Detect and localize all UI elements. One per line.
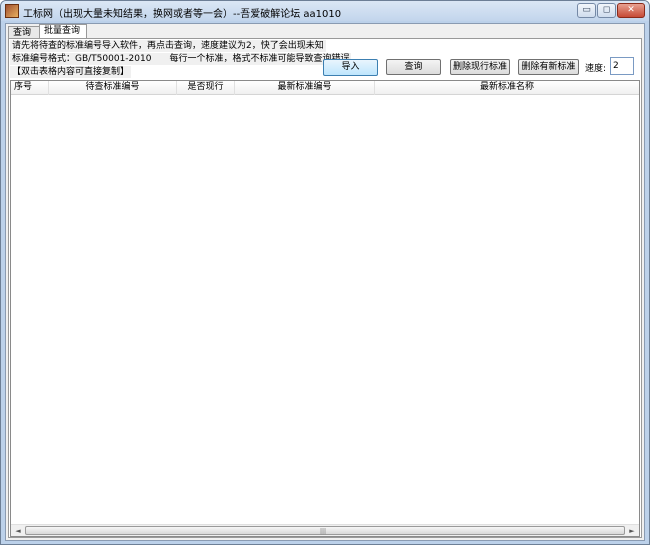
maximize-button[interactable]: ◻: [597, 3, 616, 18]
delete-newer-standards-button[interactable]: 删除有新标准: [518, 59, 579, 75]
scrollbar-thumb[interactable]: |||: [25, 526, 625, 535]
copy-hint-text: 【双击表格内容可直接复制】: [10, 66, 132, 78]
column-header-latest-code[interactable]: 最新标准编号: [235, 81, 375, 95]
window-title: 工标网（出现大量未知结果，换网或者等一会）--吾爱破解论坛 aa1010: [23, 9, 342, 20]
delete-current-standards-button[interactable]: 删除现行标准: [450, 59, 510, 75]
horizontal-scrollbar[interactable]: ◄ ||| ►: [11, 524, 639, 536]
column-header-index[interactable]: 序号: [11, 81, 49, 95]
title-bar[interactable]: 工标网（出现大量未知结果，换网或者等一会）--吾爱破解论坛 aa1010 ▭ ◻…: [1, 1, 649, 21]
format-hint-text: 标准编号格式：GB/T50001-2010 每行一个标准，格式不标准可能导致查询…: [10, 53, 352, 65]
batch-query-panel: 请先将待查的标准编号导入软件，再点击查询，速度建议为2，快了会出现未知 标准编号…: [8, 38, 642, 538]
column-header-is-current[interactable]: 是否现行: [177, 81, 235, 95]
main-window: 工标网（出现大量未知结果，换网或者等一会）--吾爱破解论坛 aa1010 ▭ ◻…: [0, 0, 650, 545]
speed-label: 速度:: [585, 64, 607, 74]
client-area: 查询 批量查询 请先将待查的标准编号导入软件，再点击查询，速度建议为2，快了会出…: [5, 23, 645, 541]
scroll-right-icon[interactable]: ►: [627, 526, 637, 536]
column-header-query-code[interactable]: 待查标准编号: [49, 81, 177, 95]
column-header-latest-name[interactable]: 最新标准名称: [375, 81, 639, 95]
scroll-left-icon[interactable]: ◄: [13, 526, 23, 536]
close-button[interactable]: ✕: [617, 3, 645, 18]
minimize-button[interactable]: ▭: [577, 3, 596, 18]
grip-icon: |||: [320, 528, 327, 535]
speed-input[interactable]: [610, 57, 634, 75]
instruction-text: 请先将待查的标准编号导入软件，再点击查询，速度建议为2，快了会出现未知: [10, 40, 326, 52]
import-button[interactable]: 导入: [323, 59, 378, 76]
results-table[interactable]: 序号 待查标准编号 是否现行 最新标准编号 最新标准名称 ◄ ||| ►: [10, 80, 640, 537]
table-header: 序号 待查标准编号 是否现行 最新标准编号 最新标准名称: [11, 81, 639, 95]
app-icon: [5, 4, 19, 18]
tab-batch-query[interactable]: 批量查询: [39, 24, 87, 39]
query-button[interactable]: 查询: [386, 59, 441, 75]
